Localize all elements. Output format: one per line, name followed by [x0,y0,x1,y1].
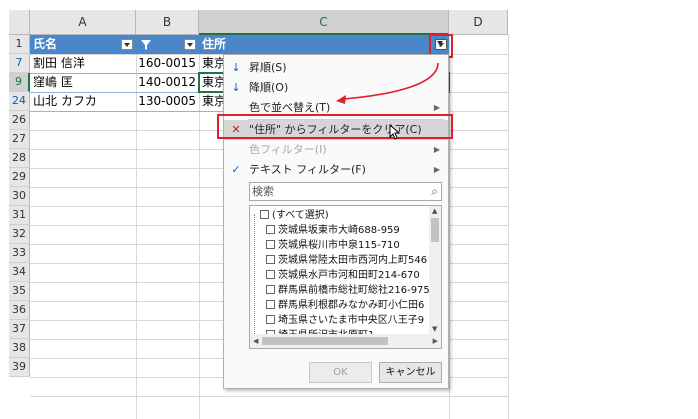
sort-by-color-label: 色で並べ替え(T) [249,101,331,114]
row-header-39[interactable]: 39 [9,358,30,377]
sort-ascending-icon: ↓ [231,61,241,74]
row-header-34[interactable]: 34 [9,263,30,282]
row-header-36[interactable]: 36 [9,301,30,320]
scroll-down-icon[interactable]: ▼ [432,325,437,333]
cell-zip-3[interactable]: 130-0005 [136,92,199,111]
vertical-scrollbar[interactable]: ▲ ▼ [429,206,441,334]
list-item-label: 茨城県桜川市中泉115-710 [278,240,400,251]
list-item[interactable]: 群馬県利根郡みなかみ町小仁田6 [266,299,424,313]
scroll-up-icon[interactable]: ▲ [432,207,437,215]
search-input[interactable] [252,184,422,199]
list-item[interactable]: 茨城県水戸市河和田町214-670 [266,269,420,283]
search-icon: ⌕ [431,184,438,198]
list-item-select-all[interactable]: (すべて選択) [260,209,329,223]
select-all-corner[interactable] [9,10,30,35]
column-header-b[interactable]: B [136,10,199,35]
cell-name-3[interactable]: 山北 カフカ [30,92,136,111]
checkbox[interactable] [266,315,275,324]
row-header-37[interactable]: 37 [9,320,30,339]
list-item-label: 群馬県前橋市総社町総社216-975 [278,285,430,296]
list-item[interactable]: 群馬県前橋市総社町総社216-975 [266,284,430,298]
list-item[interactable]: 茨城県桜川市中泉115-710 [266,239,400,253]
row-header-32[interactable]: 32 [9,225,30,244]
row-header-26[interactable]: 26 [9,111,30,130]
filter-dropdown-button-b[interactable] [184,39,196,50]
cell-address-3[interactable]: 東京 [199,92,223,111]
row-header-29[interactable]: 29 [9,168,30,187]
cell-zip-2[interactable]: 140-0012 [136,73,199,92]
row-header-24[interactable]: 24 [9,92,30,111]
header-address-label: 住所 [202,37,227,51]
list-item-label: 茨城県坂東市大崎688-959 [278,225,400,236]
filter-dropdown-button-name[interactable] [121,39,133,50]
row-header-27[interactable]: 27 [9,130,30,149]
row-header-31[interactable]: 31 [9,206,30,225]
row-header-1[interactable]: 1 [9,35,30,54]
tree-line [254,214,256,346]
list-item-label: 群馬県利根郡みなかみ町小仁田6 [278,300,425,311]
list-item[interactable]: 埼玉県さいたま市中央区八王子9 [266,314,424,328]
column-header-a[interactable]: A [30,10,136,35]
cancel-button[interactable]: キャンセル [379,362,442,383]
horizontal-scroll-thumb[interactable] [262,337,388,345]
cell-zip-1[interactable]: 160-0015 [136,54,199,73]
row-header-9[interactable]: 9 [9,73,30,92]
sort-ascending-label: 昇順(S) [249,61,287,74]
checkbox[interactable] [266,285,275,294]
horizontal-scrollbar[interactable]: ◀ ▶ [250,334,441,348]
submenu-arrow-icon: ▶ [433,145,440,154]
row-header-33[interactable]: 33 [9,244,30,263]
menu-text-filter[interactable]: ✓ テキスト フィルター(F) ▶ [224,160,448,180]
annotation-arrow [336,62,439,104]
checkbox[interactable] [266,255,275,264]
header-cell-address[interactable]: 住所 [199,35,449,54]
header-name-label: 氏名 [33,37,58,51]
checkbox[interactable] [266,225,275,234]
menu-color-filter[interactable]: 色フィルター(I) ▶ [224,140,448,160]
submenu-arrow-icon: ▶ [433,165,440,174]
color-filter-label: 色フィルター(I) [249,143,327,156]
column-header-d[interactable]: D [449,10,508,35]
grid-line [30,396,508,397]
checkbox[interactable] [266,240,275,249]
row-header-30[interactable]: 30 [9,187,30,206]
row-header-28[interactable]: 28 [9,149,30,168]
list-item[interactable]: 茨城県常陸太田市西河内上町546 [266,254,427,268]
ok-button[interactable]: OK [309,362,372,383]
value-list: (すべて選択) 茨城県坂東市大崎688-959 茨城県桜川市中泉115-710 … [249,205,442,349]
sort-descending-label: 降順(O) [249,81,289,94]
text-filter-label: テキスト フィルター(F) [249,163,366,176]
row-header-35[interactable]: 35 [9,282,30,301]
checkbox[interactable] [260,210,269,219]
spreadsheet: A B C D 1 7 9 24 26 27 28 29 30 31 32 33… [0,0,698,419]
scroll-right-icon[interactable]: ▶ [433,337,438,345]
highlight-clear-filter [217,114,453,139]
cell-name-2[interactable]: 窪嶋 匡 [30,73,136,92]
checkbox[interactable] [266,300,275,309]
row-header-7[interactable]: 7 [9,54,30,73]
list-item-label: 茨城県水戸市河和田町214-670 [278,270,420,281]
checkbox[interactable] [266,270,275,279]
list-item-label: (すべて選択) [272,210,329,221]
scroll-left-icon[interactable]: ◀ [253,337,258,345]
list-item[interactable]: 茨城県坂東市大崎688-959 [266,224,400,238]
list-item-label: 埼玉県さいたま市中央区八王子9 [278,315,425,326]
cell-name-1[interactable]: 割田 信洋 [30,54,136,73]
search-box: ⌕ [249,182,442,201]
vertical-scroll-thumb[interactable] [431,218,439,242]
list-item-label: 茨城県常陸太田市西河内上町546 [278,255,428,266]
mouse-cursor-icon [389,124,401,140]
checkmark-icon: ✓ [231,163,241,176]
cell-address-1[interactable]: 東京 [199,54,223,73]
column-header-c[interactable]: C [199,10,449,35]
funnel-icon [141,40,151,50]
row-header-38[interactable]: 38 [9,339,30,358]
grid-line [508,35,509,419]
sort-descending-icon: ↓ [231,81,241,94]
